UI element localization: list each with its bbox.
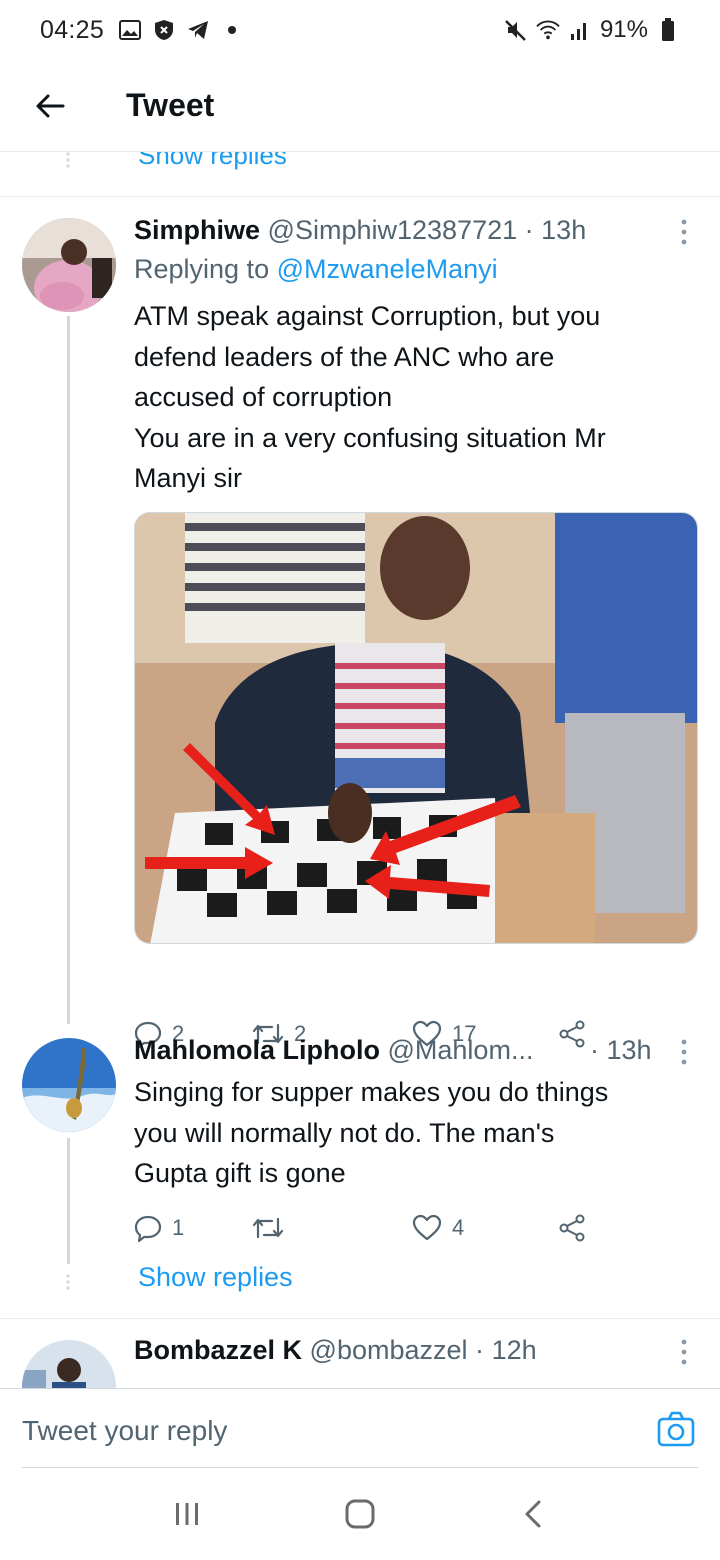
tweet-text: ATM speak against Corruption, but you de… <box>134 296 690 499</box>
reply-icon <box>134 1215 162 1242</box>
tweet-header: Simphiwe @Simphiw12387721 · 13h <box>134 212 680 248</box>
author-handle[interactable]: @Simphiw12387721 <box>268 215 518 245</box>
reply-composer: Tweet your reply <box>0 1388 720 1468</box>
status-icons-left <box>118 18 244 42</box>
tweet-header: Mahlomola Lipholo @Mahlom... <box>134 1032 640 1068</box>
reply-count: 1 <box>172 1215 185 1240</box>
camera-button[interactable] <box>656 1409 696 1449</box>
status-icons-right: 91% <box>504 16 680 44</box>
tweet-item[interactable]: Mahlomola Lipholo @Mahlom... · 13h Singi… <box>0 1022 720 1322</box>
show-replies-link[interactable]: Show replies <box>138 1262 293 1293</box>
show-replies-link[interactable]: Show replies <box>138 152 287 171</box>
tweet-time: 12h <box>491 1335 537 1365</box>
tweet-text-line: Singing for supper makes you do things <box>134 1077 609 1107</box>
share-icon <box>559 1214 585 1242</box>
dot-icon <box>220 18 244 42</box>
author-name[interactable]: Simphiwe <box>134 215 260 245</box>
recents-icon <box>175 1503 198 1525</box>
nav-back-button[interactable] <box>503 1484 563 1544</box>
separator: · <box>524 215 534 245</box>
arrow-left-icon <box>36 94 65 117</box>
avatar[interactable] <box>22 1340 116 1388</box>
wifi-icon <box>536 18 560 42</box>
system-nav-bar <box>0 1468 720 1560</box>
battery-percent: 91% <box>599 16 648 43</box>
tweet-media-photo[interactable] <box>134 512 698 944</box>
mention-link[interactable]: @MzwaneleManyi <box>277 254 498 284</box>
thread-line <box>67 1138 70 1264</box>
retweet-button[interactable] <box>252 1215 412 1241</box>
avatar[interactable] <box>22 1038 116 1132</box>
thread-dots-icon <box>66 1274 70 1290</box>
author-name[interactable]: Bombazzel K <box>134 1335 302 1365</box>
status-bar: 04:25 91% <box>0 0 720 60</box>
tweet-text-line: defend leaders of the ANC who are <box>134 341 555 372</box>
tweet-item[interactable]: Bombazzel K @bombazzel · 12h <box>0 1318 720 1388</box>
home-icon <box>345 1499 375 1529</box>
retweet-icon <box>252 1217 284 1239</box>
telegram-icon <box>186 18 210 42</box>
heart-icon <box>412 1214 442 1241</box>
tweet-text: Singing for supper makes you do things y… <box>134 1072 690 1194</box>
gallery-icon <box>118 18 142 42</box>
more-options-icon[interactable] <box>678 218 690 246</box>
more-options-icon[interactable] <box>678 1038 690 1066</box>
author-handle[interactable]: @Mahlom... <box>388 1035 534 1065</box>
like-button[interactable]: 4 <box>412 1214 558 1242</box>
author-name[interactable]: Mahlomola Lipholo <box>134 1035 380 1065</box>
tweet-text-line: ATM speak against Corruption, but you <box>134 301 601 331</box>
more-options-icon[interactable] <box>678 1338 690 1366</box>
replying-prefix: Replying to <box>134 254 270 284</box>
separator: · <box>475 1335 485 1365</box>
status-time: 04:25 <box>40 15 105 44</box>
thread-dots-icon <box>66 152 70 168</box>
page-title: Tweet <box>126 87 215 123</box>
like-count: 4 <box>452 1215 465 1240</box>
share-button[interactable] <box>558 1214 586 1242</box>
separator: · <box>590 1035 599 1065</box>
tweet-text-line: accused of corruption <box>134 382 393 412</box>
reply-button[interactable]: 1 <box>134 1214 252 1242</box>
thread-line <box>67 316 70 1024</box>
back-button[interactable] <box>20 76 80 136</box>
avatar[interactable] <box>22 218 116 312</box>
shield-icon <box>152 18 176 42</box>
tweet-header: Bombazzel K @bombazzel · 12h <box>134 1332 680 1368</box>
mute-icon <box>504 18 528 42</box>
camera-icon <box>657 1411 695 1447</box>
tweet-text-line: Gupta gift is gone <box>134 1158 346 1188</box>
reply-input[interactable]: Tweet your reply <box>22 1415 227 1447</box>
tweet-item[interactable]: Simphiwe @Simphiw12387721 · 13h Replying… <box>0 196 720 1048</box>
tweet-thread[interactable]: Show replies Simphiwe @Simphiw12387721 ·… <box>0 152 720 1388</box>
battery-icon <box>656 18 680 42</box>
tweet-time: 13h <box>606 1035 652 1065</box>
recents-button[interactable] <box>157 1484 217 1544</box>
signal-icon <box>568 18 592 42</box>
tweet-text-line: Manyi sir <box>134 463 243 493</box>
top-app-bar: Tweet <box>0 60 720 152</box>
tweet-text-line: you will normally not do. The man's <box>134 1117 555 1148</box>
home-button[interactable] <box>330 1484 390 1544</box>
tweet-time-group: · 13h <box>590 1032 652 1068</box>
back-icon <box>525 1500 541 1528</box>
author-handle[interactable]: @bombazzel <box>310 1335 468 1365</box>
tweet-time: 13h <box>541 215 587 245</box>
tweet-actions: 1 4 <box>134 1208 614 1248</box>
replying-to: Replying to @MzwaneleManyi <box>134 254 498 285</box>
tweet-text-line: You are in a very confusing situation Mr <box>134 422 606 453</box>
